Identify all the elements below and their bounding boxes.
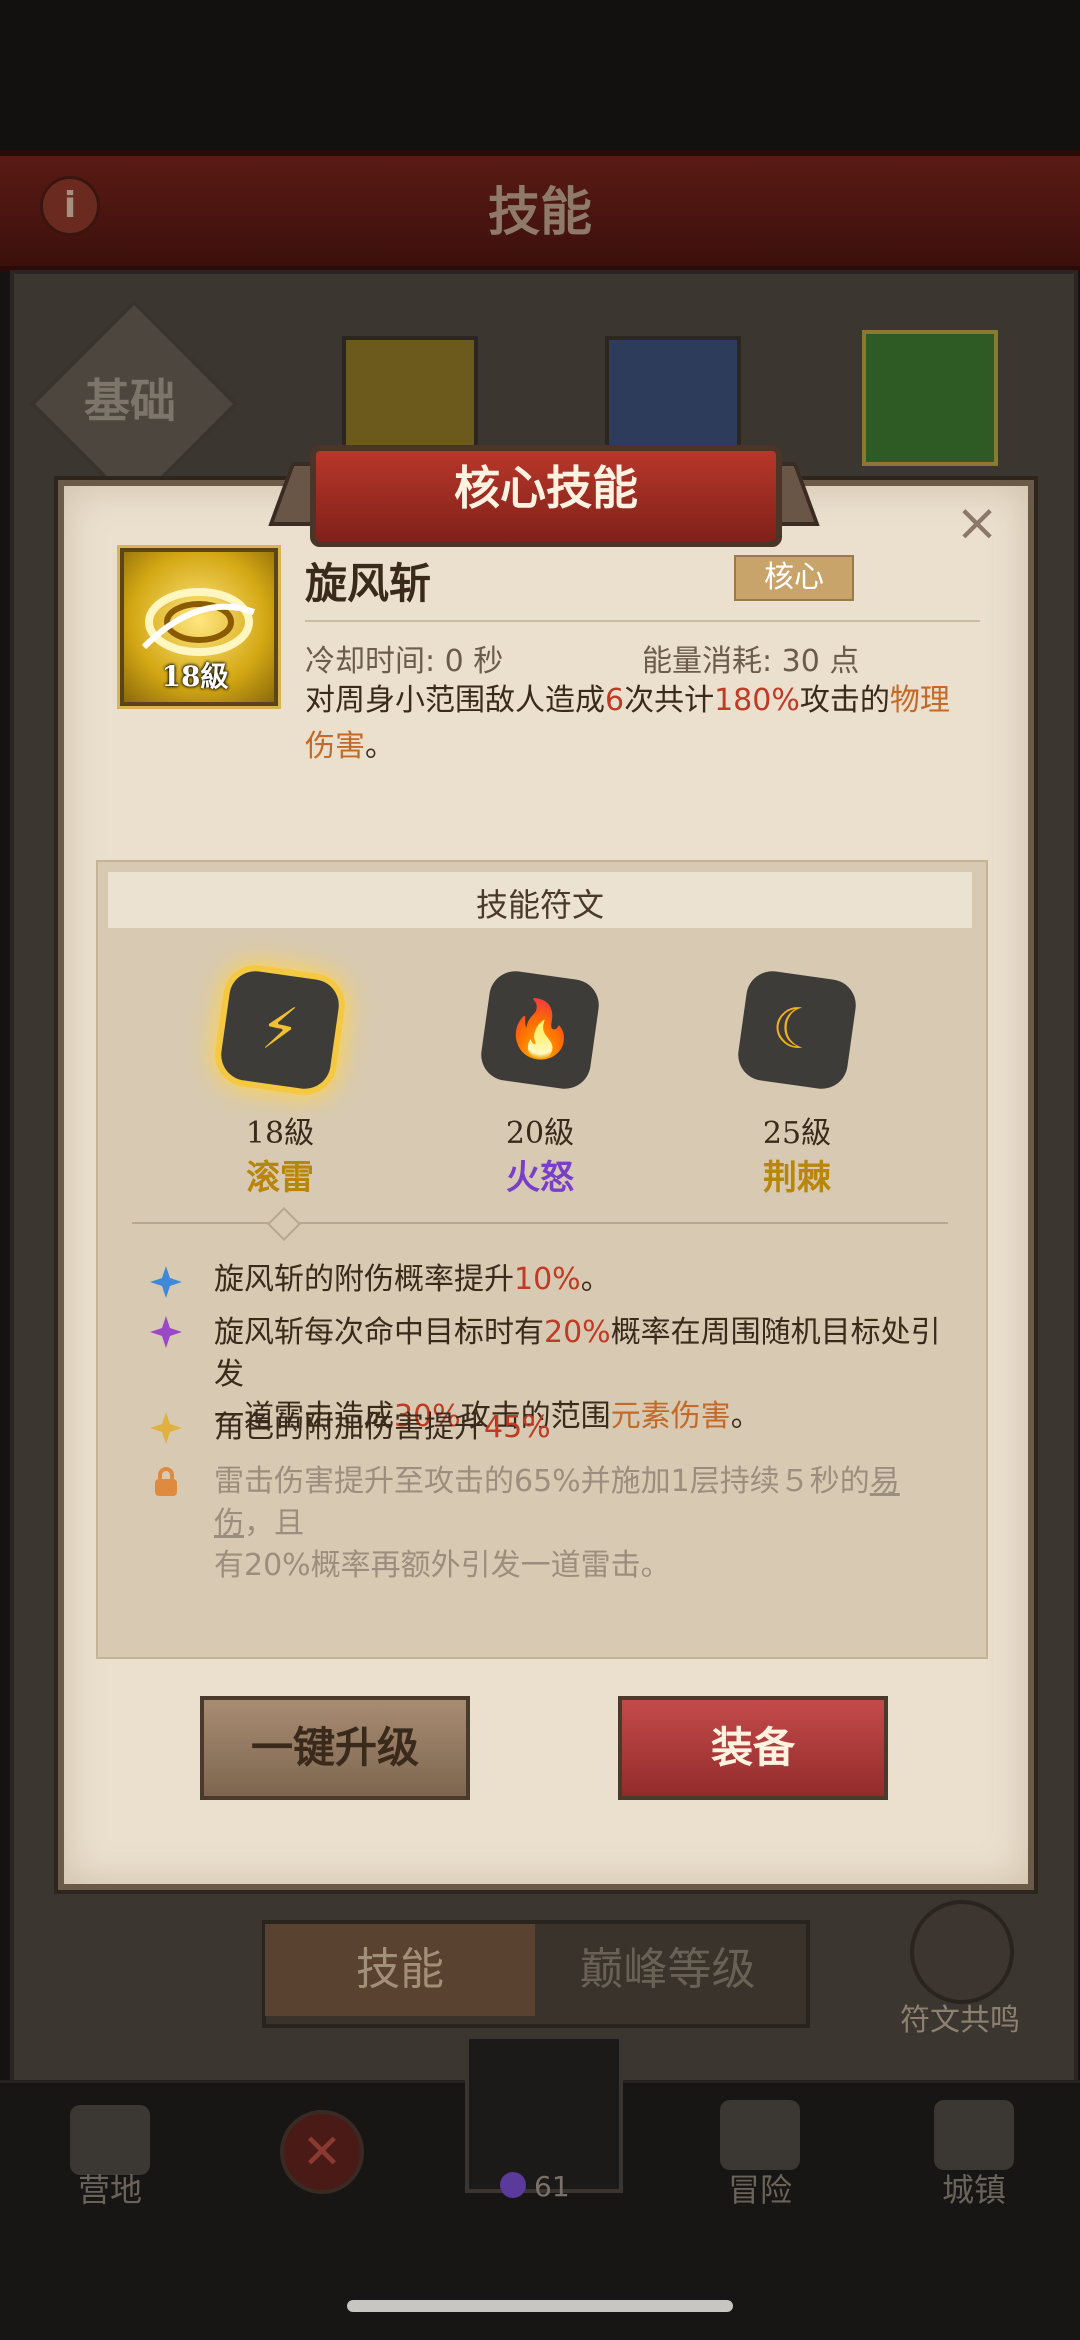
map-icon[interactable] [720,2100,800,2170]
close-circle-icon[interactable]: ✕ [280,2110,364,2194]
rune-level: 25級 [762,1116,832,1151]
gem-icon [500,2172,526,2198]
rune-resonance-label: 符文共鸣 [900,2003,1020,2038]
nav-town-label: 城镇 [941,2171,1006,2209]
rune-panel-title: 技能符文 [475,886,604,924]
blue-star-icon [150,1266,182,1298]
separator [132,1222,948,1224]
rune-effect-locked: 雷击伤害提升至攻击的65%并施加1层持续５秒的易伤，且 有20%概率再额外引发一道… [214,1464,900,1583]
skill-level: 18級 [161,660,229,693]
rune-resonance-icon[interactable] [910,1900,1014,2004]
tab-basic-label: 基础 [84,374,176,428]
cooldown-text: 冷却时间: 0 秒 [305,644,504,679]
page-title: 技能 [487,183,592,243]
core-badge: 核心 [734,555,854,601]
dialog-title: 核心技能 [454,461,638,515]
yellow-star-icon [150,1412,182,1444]
lightning-icon: ⚡ [260,997,300,1062]
flame-icon: 🔥 [505,997,575,1062]
nav-adventure-label: 冒险 [727,2171,792,2209]
nav-camp-label: 营地 [77,2171,142,2209]
rune-effect-3: 角色的附加伤害提升45% [214,1410,551,1445]
tab-skills[interactable]: 技能 [265,1924,535,2016]
upgrade-all-button[interactable]: 一键升级 [200,1696,470,1800]
castle-icon[interactable] [934,2100,1014,2170]
rune-level: 20級 [505,1116,575,1151]
skill-card-green[interactable] [862,330,998,466]
rune-name: 火怒 [506,1158,574,1198]
rune-name: 滚雷 [246,1158,314,1198]
rune-name: 荆棘 [763,1158,831,1198]
status-area [0,0,1080,150]
crescent-icon: ☾ [771,997,823,1062]
equip-button[interactable]: 装备 [618,1696,888,1800]
purple-star-icon [150,1316,182,1348]
home-indicator [347,2300,733,2312]
skill-name: 旋风斩 [305,559,432,608]
energy-cost-text: 能量消耗: 30 点 [642,644,860,679]
lock-icon [155,1467,177,1496]
divider [305,620,980,622]
rune-effect-1: 旋风斩的附伤概率提升10%。 [214,1262,611,1297]
currency-count: 61 [534,2170,570,2203]
close-button[interactable]: × [952,497,1002,549]
tab-peak-level[interactable]: 巅峰等级 [535,1924,800,2016]
rune-level: 18級 [245,1116,315,1151]
skill-description: 对周身小范围敌人造成6次共计180%攻击的物理伤害。 [305,683,950,764]
